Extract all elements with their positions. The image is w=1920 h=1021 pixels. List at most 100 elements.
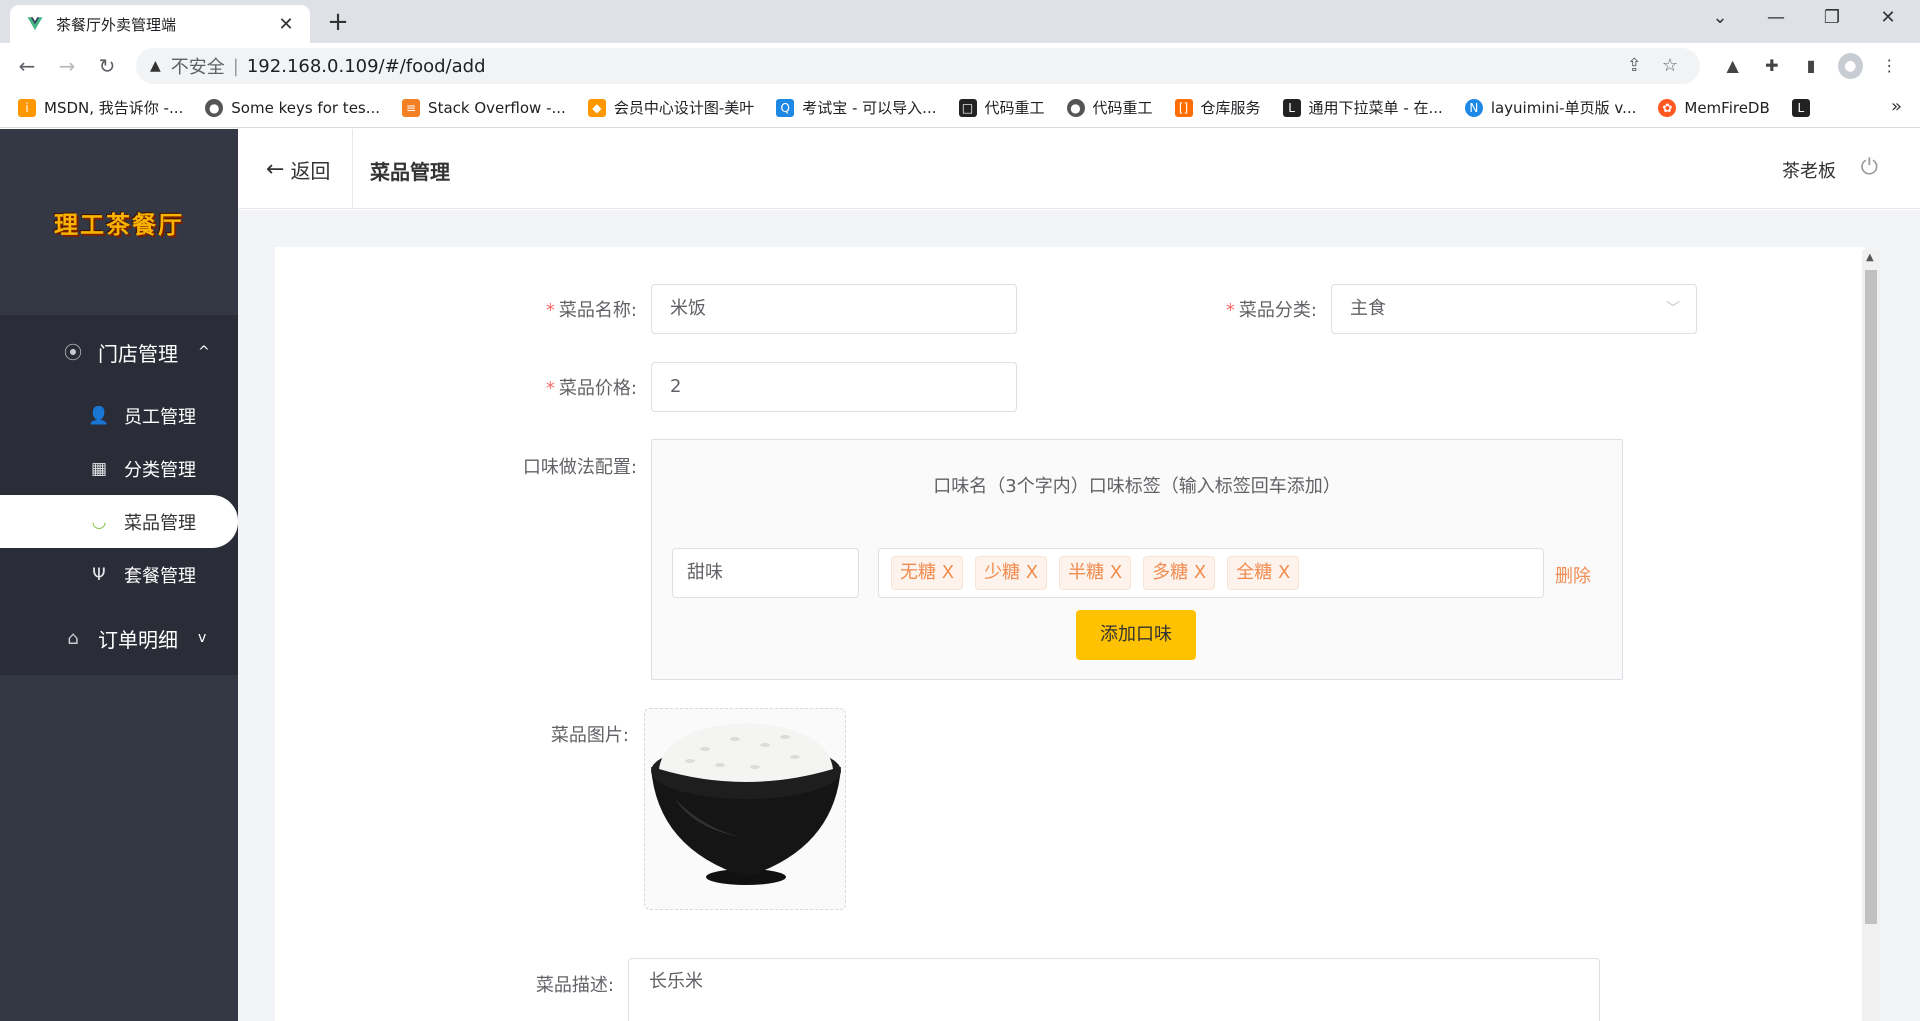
url-separator: |	[232, 55, 239, 77]
power-icon[interactable]: ⏻	[1861, 155, 1878, 180]
menu-group-store[interactable]: ⦿ 门店管理 ^	[0, 315, 238, 389]
profile-avatar-icon[interactable]: ●	[1837, 53, 1863, 79]
flavor-tag[interactable]: 少糖 X	[975, 556, 1048, 590]
insecure-label: 不安全	[170, 57, 225, 78]
scrollbar[interactable]: ▲	[1862, 250, 1880, 1021]
bookmarks-more-icon[interactable]: »	[1891, 96, 1902, 117]
bookmark-item[interactable]: i MSDN, 我告诉你 -...	[18, 97, 183, 118]
bookmark-label: Some keys for tes...	[231, 98, 381, 117]
flavor-name-input[interactable]: 甜味	[672, 548, 859, 598]
tab-close-icon[interactable]: ✕	[274, 14, 298, 35]
dish-name-input[interactable]: 米饭	[651, 284, 1017, 334]
category-select[interactable]: 主食 ﹀	[1331, 284, 1697, 334]
flavor-label: 口味做法配置:	[522, 457, 637, 478]
bookmark-item[interactable]: Nlayuimini-单页版 v...	[1464, 97, 1637, 118]
bookmark-item[interactable]: ≡ Stack Overflow -...	[402, 98, 566, 117]
bookmark-label: 代码重工	[984, 99, 1045, 117]
bookmark-favicon-icon: i	[18, 98, 36, 117]
scroll-up-icon[interactable]: ▲	[1866, 252, 1874, 263]
person-icon: 👤	[88, 405, 110, 426]
share-icon[interactable]: ⇪	[1627, 55, 1642, 76]
price-input[interactable]: 2	[651, 362, 1017, 412]
sidebar-item-employee[interactable]: 👤 员工管理	[0, 389, 238, 442]
forward-arrow-icon[interactable]: →	[52, 51, 82, 81]
address-bar[interactable]: ▲ 不安全 | 192.168.0.109/#/food/add ⇪ ☆	[136, 48, 1700, 84]
side-panel-icon[interactable]: ▮	[1798, 53, 1823, 79]
bookmark-label: layuimini-单页版 v...	[1490, 99, 1637, 117]
delete-flavor-link[interactable]: 删除	[1555, 562, 1591, 588]
url-text[interactable]: 192.168.0.109/#/food/add	[247, 56, 486, 77]
bookmark-item[interactable]: L 通用下拉菜单 - 在...	[1282, 97, 1443, 118]
bookmark-item[interactable]: [] 仓库服务	[1174, 97, 1261, 118]
close-window-icon[interactable]: ✕	[1860, 0, 1916, 36]
browser-tab[interactable]: 茶餐厅外卖管理端 ✕	[10, 5, 310, 43]
scrollbar-thumb[interactable]	[1865, 270, 1877, 924]
bookmark-item[interactable]: ◆ 会员中心设计图-美叶	[587, 97, 754, 118]
back-arrow-icon: ←	[266, 157, 285, 182]
location-pin-icon: ⦿	[64, 343, 82, 364]
back-button[interactable]: ← 返回	[266, 155, 330, 184]
price-label: * 菜品价格:	[545, 378, 637, 399]
sidebar-item-dish[interactable]: ◡ 菜品管理	[0, 495, 238, 548]
bookmark-favicon-icon: Q	[776, 98, 795, 117]
sidebar-item-label: 分类管理	[124, 459, 196, 481]
restore-icon[interactable]: ❐	[1804, 0, 1860, 36]
bookmark-item[interactable]: ✿ MemFireDB	[1658, 98, 1770, 117]
sidebar-item-category[interactable]: ▦ 分类管理	[0, 442, 238, 495]
desc-label: 菜品描述:	[535, 975, 614, 996]
tab-title: 茶餐厅外卖管理端	[56, 15, 177, 34]
bookmark-favicon-icon: ●	[1066, 98, 1085, 117]
flavor-tag[interactable]: 全糖 X	[1227, 556, 1300, 590]
flavor-panel: 口味名（3个字内）口味标签（输入标签回车添加） 甜味 无糖 X 少糖 X 半糖 …	[651, 439, 1623, 680]
bookmark-favicon-icon: □	[958, 98, 977, 117]
flavor-tags-input[interactable]: 无糖 X 少糖 X 半糖 X 多糖 X 全糖 X	[878, 548, 1544, 598]
description-textarea[interactable]: 长乐米	[628, 958, 1600, 1021]
chevron-down-icon: ﹀	[1666, 301, 1680, 317]
back-arrow-icon[interactable]: ←	[12, 51, 42, 81]
sidebar-item-label: 菜品管理	[124, 512, 196, 534]
bookmark-label: MSDN, 我告诉你 -...	[44, 99, 184, 117]
bookmark-label: Stack Overflow -...	[428, 98, 566, 117]
menu-kebab-icon[interactable]: ⋮	[1877, 53, 1902, 79]
new-tab-button[interactable]: +	[322, 8, 354, 36]
category-label: * 菜品分类:	[1225, 300, 1317, 321]
flavor-tag[interactable]: 半糖 X	[1059, 556, 1132, 590]
bookmark-favicon-icon: L	[1791, 98, 1810, 117]
flavor-tag[interactable]: 无糖 X	[891, 556, 964, 590]
image-label: 菜品图片:	[550, 725, 629, 746]
add-flavor-button[interactable]: 添加口味	[1076, 610, 1196, 660]
logo: 理工茶餐厅	[54, 209, 184, 239]
bookmark-item[interactable]: Q 考试宝 - 可以导入...	[776, 97, 937, 118]
minimize-icon[interactable]: —	[1748, 0, 1804, 36]
bookmark-favicon-icon: ✿	[1658, 98, 1677, 117]
sidebar-menu: ⦿ 门店管理 ^ 👤 员工管理 ▦ 分类管理 ◡ 菜品管理 Ψ 套餐管理 ⌂ 订…	[0, 315, 238, 675]
bowl-icon: ◡	[91, 511, 107, 532]
bookmark-label: 通用下拉菜单 - 在...	[1308, 99, 1443, 117]
shopping-bag-icon: ⌂	[67, 627, 79, 649]
vue-logo-icon	[27, 17, 43, 30]
tab-search-icon[interactable]: ⌄	[1692, 0, 1748, 36]
extension-triangle-icon[interactable]: ▲	[1720, 53, 1745, 79]
user-name[interactable]: 茶老板	[1782, 157, 1836, 183]
puzzle-icon[interactable]: ✚	[1759, 53, 1784, 79]
reload-icon[interactable]: ↻	[92, 51, 122, 81]
bookmark-star-icon[interactable]: ☆	[1662, 55, 1678, 76]
sidebar: 理工茶餐厅 ⦿ 门店管理 ^ 👤 员工管理 ▦ 分类管理 ◡ 菜品管理 Ψ 套餐…	[0, 129, 238, 1021]
bookmark-item[interactable]: ● Some keys for tes...	[205, 98, 381, 117]
browser-toolbar: ← → ↻ ▲ 不安全 | 192.168.0.109/#/food/add ⇪…	[0, 43, 1920, 88]
extensions-area: ▲ ✚ ▮ ● ⋮	[1712, 48, 1902, 84]
fork-knife-icon: Ψ	[92, 564, 106, 585]
bookmarks-bar: i MSDN, 我告诉你 -... ● Some keys for tes... ≡…	[0, 88, 1920, 128]
warning-icon: ▲	[150, 58, 161, 74]
flavor-tag[interactable]: 多糖 X	[1143, 556, 1216, 590]
sidebar-item-combo[interactable]: Ψ 套餐管理	[0, 548, 238, 601]
menu-group-label: 订单明细	[98, 627, 178, 652]
image-upload[interactable]	[644, 708, 846, 910]
menu-group-orders[interactable]: ⌂ 订单明细 v	[0, 601, 238, 675]
bookmark-item[interactable]: L	[1791, 98, 1818, 117]
bookmark-item[interactable]: □ 代码重工	[958, 97, 1045, 118]
rice-bowl-image	[651, 723, 841, 885]
bookmark-item[interactable]: ● 代码重工	[1066, 97, 1153, 118]
sidebar-item-label: 员工管理	[124, 406, 196, 428]
omnibox-icons: ⇪ ☆	[1627, 55, 1678, 76]
